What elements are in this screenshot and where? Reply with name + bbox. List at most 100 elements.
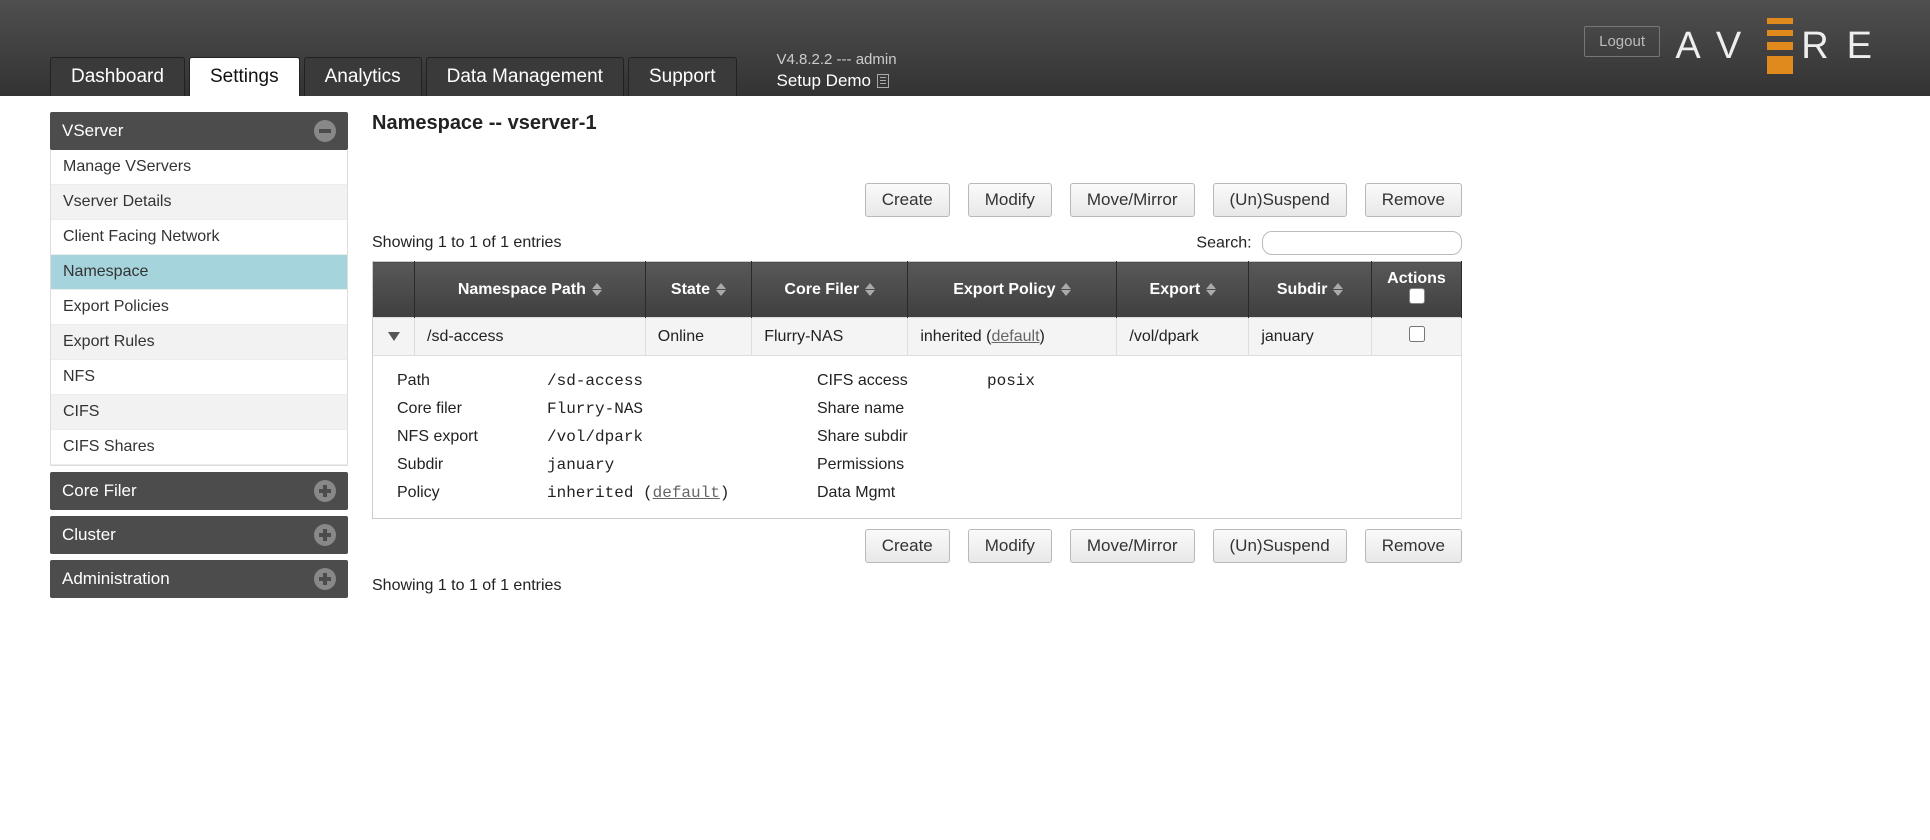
col-actions: Actions bbox=[1372, 262, 1462, 318]
table-row[interactable]: /sd-access Online Flurry-NAS inherited (… bbox=[373, 318, 1462, 356]
tab-dashboard[interactable]: Dashboard bbox=[50, 57, 185, 96]
sidebar-item-label: Export Rules bbox=[63, 333, 155, 350]
detail-value-share-name bbox=[987, 400, 1187, 418]
row-checkbox[interactable] bbox=[1409, 326, 1425, 342]
detail-value-permissions bbox=[987, 456, 1187, 474]
tab-label: Support bbox=[649, 66, 716, 87]
modify-button[interactable]: Modify bbox=[968, 529, 1052, 563]
expand-icon bbox=[314, 524, 336, 546]
search-label: Search: bbox=[1196, 231, 1462, 255]
sidebar-item-label: Namespace bbox=[63, 263, 148, 280]
default-policy-link[interactable]: default bbox=[991, 328, 1039, 345]
setup-line[interactable]: Setup Demo bbox=[777, 70, 897, 92]
sidebar-item-label: Vserver Details bbox=[63, 193, 171, 210]
entries-info: Showing 1 to 1 of 1 entries bbox=[372, 234, 561, 252]
tab-analytics[interactable]: Analytics bbox=[304, 57, 422, 96]
version-info: V4.8.2.2 --- admin Setup Demo bbox=[777, 50, 897, 92]
sort-icon bbox=[716, 283, 726, 296]
sidebar-group-core-filer[interactable]: Core Filer bbox=[50, 472, 348, 510]
detail-value-nfs-export: /vol/dpark bbox=[547, 428, 807, 446]
cell-namespace-path: /sd-access bbox=[415, 318, 646, 356]
detail-label-share-name: Share name bbox=[817, 400, 977, 418]
main-content: Namespace -- vserver-1 Create Modify Mov… bbox=[372, 112, 1462, 598]
logout-button[interactable]: Logout bbox=[1584, 26, 1660, 57]
sidebar-item-cifs-shares[interactable]: CIFS Shares bbox=[51, 430, 347, 465]
table-header-row: Namespace Path State Core Filer Export P… bbox=[373, 262, 1462, 318]
remove-button[interactable]: Remove bbox=[1365, 529, 1462, 563]
sidebar-group-label: Core Filer bbox=[62, 481, 137, 501]
col-core-filer[interactable]: Core Filer bbox=[752, 262, 908, 318]
sidebar-item-export-policies[interactable]: Export Policies bbox=[51, 290, 347, 325]
sidebar-group-vserver[interactable]: VServer bbox=[50, 112, 348, 150]
sidebar-item-client-facing-network[interactable]: Client Facing Network bbox=[51, 220, 347, 255]
detail-value-policy: inherited (default) bbox=[547, 484, 807, 502]
brand-letters-left: AV bbox=[1675, 25, 1759, 68]
sidebar-group-administration[interactable]: Administration bbox=[50, 560, 348, 598]
col-export[interactable]: Export bbox=[1117, 262, 1249, 318]
brand-e-icon bbox=[1767, 18, 1793, 74]
sidebar-item-label: Export Policies bbox=[63, 298, 169, 315]
sidebar-item-export-rules[interactable]: Export Rules bbox=[51, 325, 347, 360]
tab-label: Dashboard bbox=[71, 66, 164, 87]
expand-icon bbox=[314, 568, 336, 590]
sidebar-item-label: Client Facing Network bbox=[63, 228, 220, 245]
sort-icon bbox=[865, 283, 875, 296]
cell-export: /vol/dpark bbox=[1117, 318, 1249, 356]
col-expand bbox=[373, 262, 415, 318]
remove-button[interactable]: Remove bbox=[1365, 183, 1462, 217]
select-all-checkbox[interactable] bbox=[1409, 288, 1425, 304]
default-policy-link[interactable]: default bbox=[653, 484, 720, 502]
search-row: Showing 1 to 1 of 1 entries Search: bbox=[372, 231, 1462, 255]
detail-value-share-subdir bbox=[987, 428, 1187, 446]
expand-icon bbox=[314, 480, 336, 502]
sidebar-group-label: Administration bbox=[62, 569, 170, 589]
brand-letters-right: RE bbox=[1801, 25, 1890, 68]
move-mirror-button[interactable]: Move/Mirror bbox=[1070, 529, 1195, 563]
detail-label-core-filer: Core filer bbox=[397, 400, 537, 418]
modify-button[interactable]: Modify bbox=[968, 183, 1052, 217]
collapse-icon bbox=[314, 120, 336, 142]
search-input[interactable] bbox=[1262, 231, 1462, 255]
tab-label: Data Management bbox=[447, 66, 603, 87]
suspend-button[interactable]: (Un)Suspend bbox=[1213, 183, 1347, 217]
create-button[interactable]: Create bbox=[865, 183, 950, 217]
sidebar-item-manage-vservers[interactable]: Manage VServers bbox=[51, 150, 347, 185]
tab-bar: Dashboard Settings Analytics Data Manage… bbox=[50, 57, 737, 96]
tab-support[interactable]: Support bbox=[628, 57, 737, 96]
page-title: Namespace -- vserver-1 bbox=[372, 112, 1462, 135]
col-state[interactable]: State bbox=[645, 262, 751, 318]
sidebar-item-nfs[interactable]: NFS bbox=[51, 360, 347, 395]
cell-subdir: january bbox=[1249, 318, 1372, 356]
cell-core-filer: Flurry-NAS bbox=[752, 318, 908, 356]
expand-row-icon[interactable] bbox=[388, 332, 400, 341]
tab-data-management[interactable]: Data Management bbox=[426, 57, 624, 96]
sort-icon bbox=[1206, 283, 1216, 296]
sidebar-item-cifs[interactable]: CIFS bbox=[51, 395, 347, 430]
col-subdir[interactable]: Subdir bbox=[1249, 262, 1372, 318]
sidebar-item-label: NFS bbox=[63, 368, 95, 385]
col-namespace-path[interactable]: Namespace Path bbox=[415, 262, 646, 318]
sidebar-group-label: VServer bbox=[62, 121, 123, 141]
sidebar-item-namespace[interactable]: Namespace bbox=[51, 255, 347, 290]
suspend-button[interactable]: (Un)Suspend bbox=[1213, 529, 1347, 563]
sidebar-item-label: CIFS bbox=[63, 403, 99, 420]
sort-icon bbox=[1061, 283, 1071, 296]
col-export-policy[interactable]: Export Policy bbox=[908, 262, 1117, 318]
detail-label-subdir: Subdir bbox=[397, 456, 537, 474]
version-line: V4.8.2.2 --- admin bbox=[777, 50, 897, 70]
namespace-table: Namespace Path State Core Filer Export P… bbox=[372, 261, 1462, 519]
detail-value-path: /sd-access bbox=[547, 372, 807, 390]
detail-value-subdir: january bbox=[547, 456, 807, 474]
detail-label-cifs-access: CIFS access bbox=[817, 372, 977, 390]
sidebar-item-vserver-details[interactable]: Vserver Details bbox=[51, 185, 347, 220]
detail-value-data-mgmt bbox=[987, 484, 1187, 502]
create-button[interactable]: Create bbox=[865, 529, 950, 563]
tab-settings[interactable]: Settings bbox=[189, 57, 300, 96]
sidebar-item-label: Manage VServers bbox=[63, 158, 191, 175]
sidebar: VServer Manage VServers Vserver Details … bbox=[50, 112, 348, 598]
entries-info-bottom: Showing 1 to 1 of 1 entries bbox=[372, 577, 1462, 595]
move-mirror-button[interactable]: Move/Mirror bbox=[1070, 183, 1195, 217]
sidebar-group-cluster[interactable]: Cluster bbox=[50, 516, 348, 554]
button-bar-top: Create Modify Move/Mirror (Un)Suspend Re… bbox=[372, 183, 1462, 217]
cell-state: Online bbox=[645, 318, 751, 356]
